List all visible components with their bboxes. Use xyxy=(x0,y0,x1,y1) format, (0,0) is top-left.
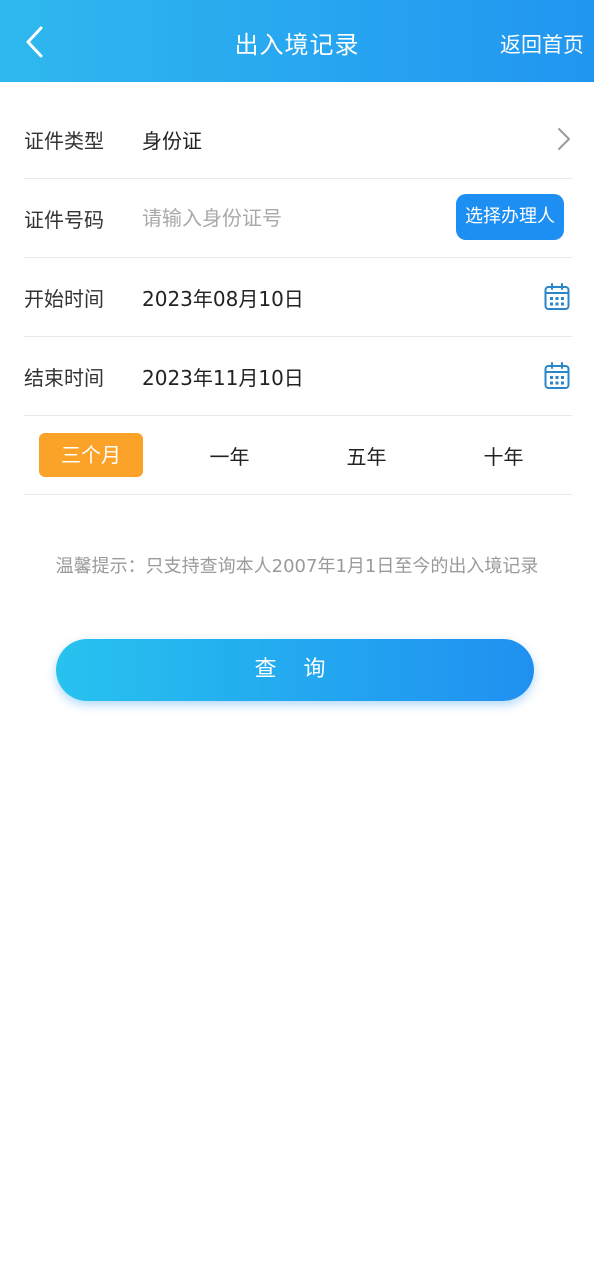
tip-text: 温馨提示：只支持查询本人2007年1月1日至今的出入境记录 xyxy=(55,556,539,577)
end-time-value: 2023年11月10日 xyxy=(142,365,304,390)
end-time-label: 结束时间 xyxy=(24,365,104,390)
period-selector: 三个月 一年 五年 十年 xyxy=(24,416,572,495)
select-handler-button[interactable]: 选择办理人 xyxy=(456,194,564,240)
calendar-icon[interactable] xyxy=(544,362,570,390)
doc-type-row[interactable]: 证件类型 身份证 xyxy=(24,100,572,179)
app-header: 出入境记录 返回首页 xyxy=(0,0,594,82)
query-form: 证件类型 身份证 证件号码 选择办理人 开始时间 2023年08月10日 结束时… xyxy=(24,100,572,495)
period-five-years[interactable]: 五年 xyxy=(298,441,435,470)
period-three-months[interactable]: 三个月 xyxy=(39,433,143,477)
doc-type-value: 身份证 xyxy=(142,128,202,153)
end-time-row[interactable]: 结束时间 2023年11月10日 xyxy=(24,337,572,416)
query-button[interactable]: 查 询 xyxy=(56,639,534,701)
chevron-right-icon xyxy=(558,128,570,150)
home-link[interactable]: 返回首页 xyxy=(500,0,584,90)
period-one-year[interactable]: 一年 xyxy=(161,441,298,470)
doc-type-label: 证件类型 xyxy=(24,128,104,153)
period-ten-years[interactable]: 十年 xyxy=(435,441,572,470)
start-time-value: 2023年08月10日 xyxy=(142,286,304,311)
doc-number-label: 证件号码 xyxy=(24,207,104,232)
start-time-label: 开始时间 xyxy=(24,286,104,311)
calendar-icon[interactable] xyxy=(544,283,570,311)
start-time-row[interactable]: 开始时间 2023年08月10日 xyxy=(24,258,572,337)
doc-number-row: 证件号码 选择办理人 xyxy=(24,179,572,258)
